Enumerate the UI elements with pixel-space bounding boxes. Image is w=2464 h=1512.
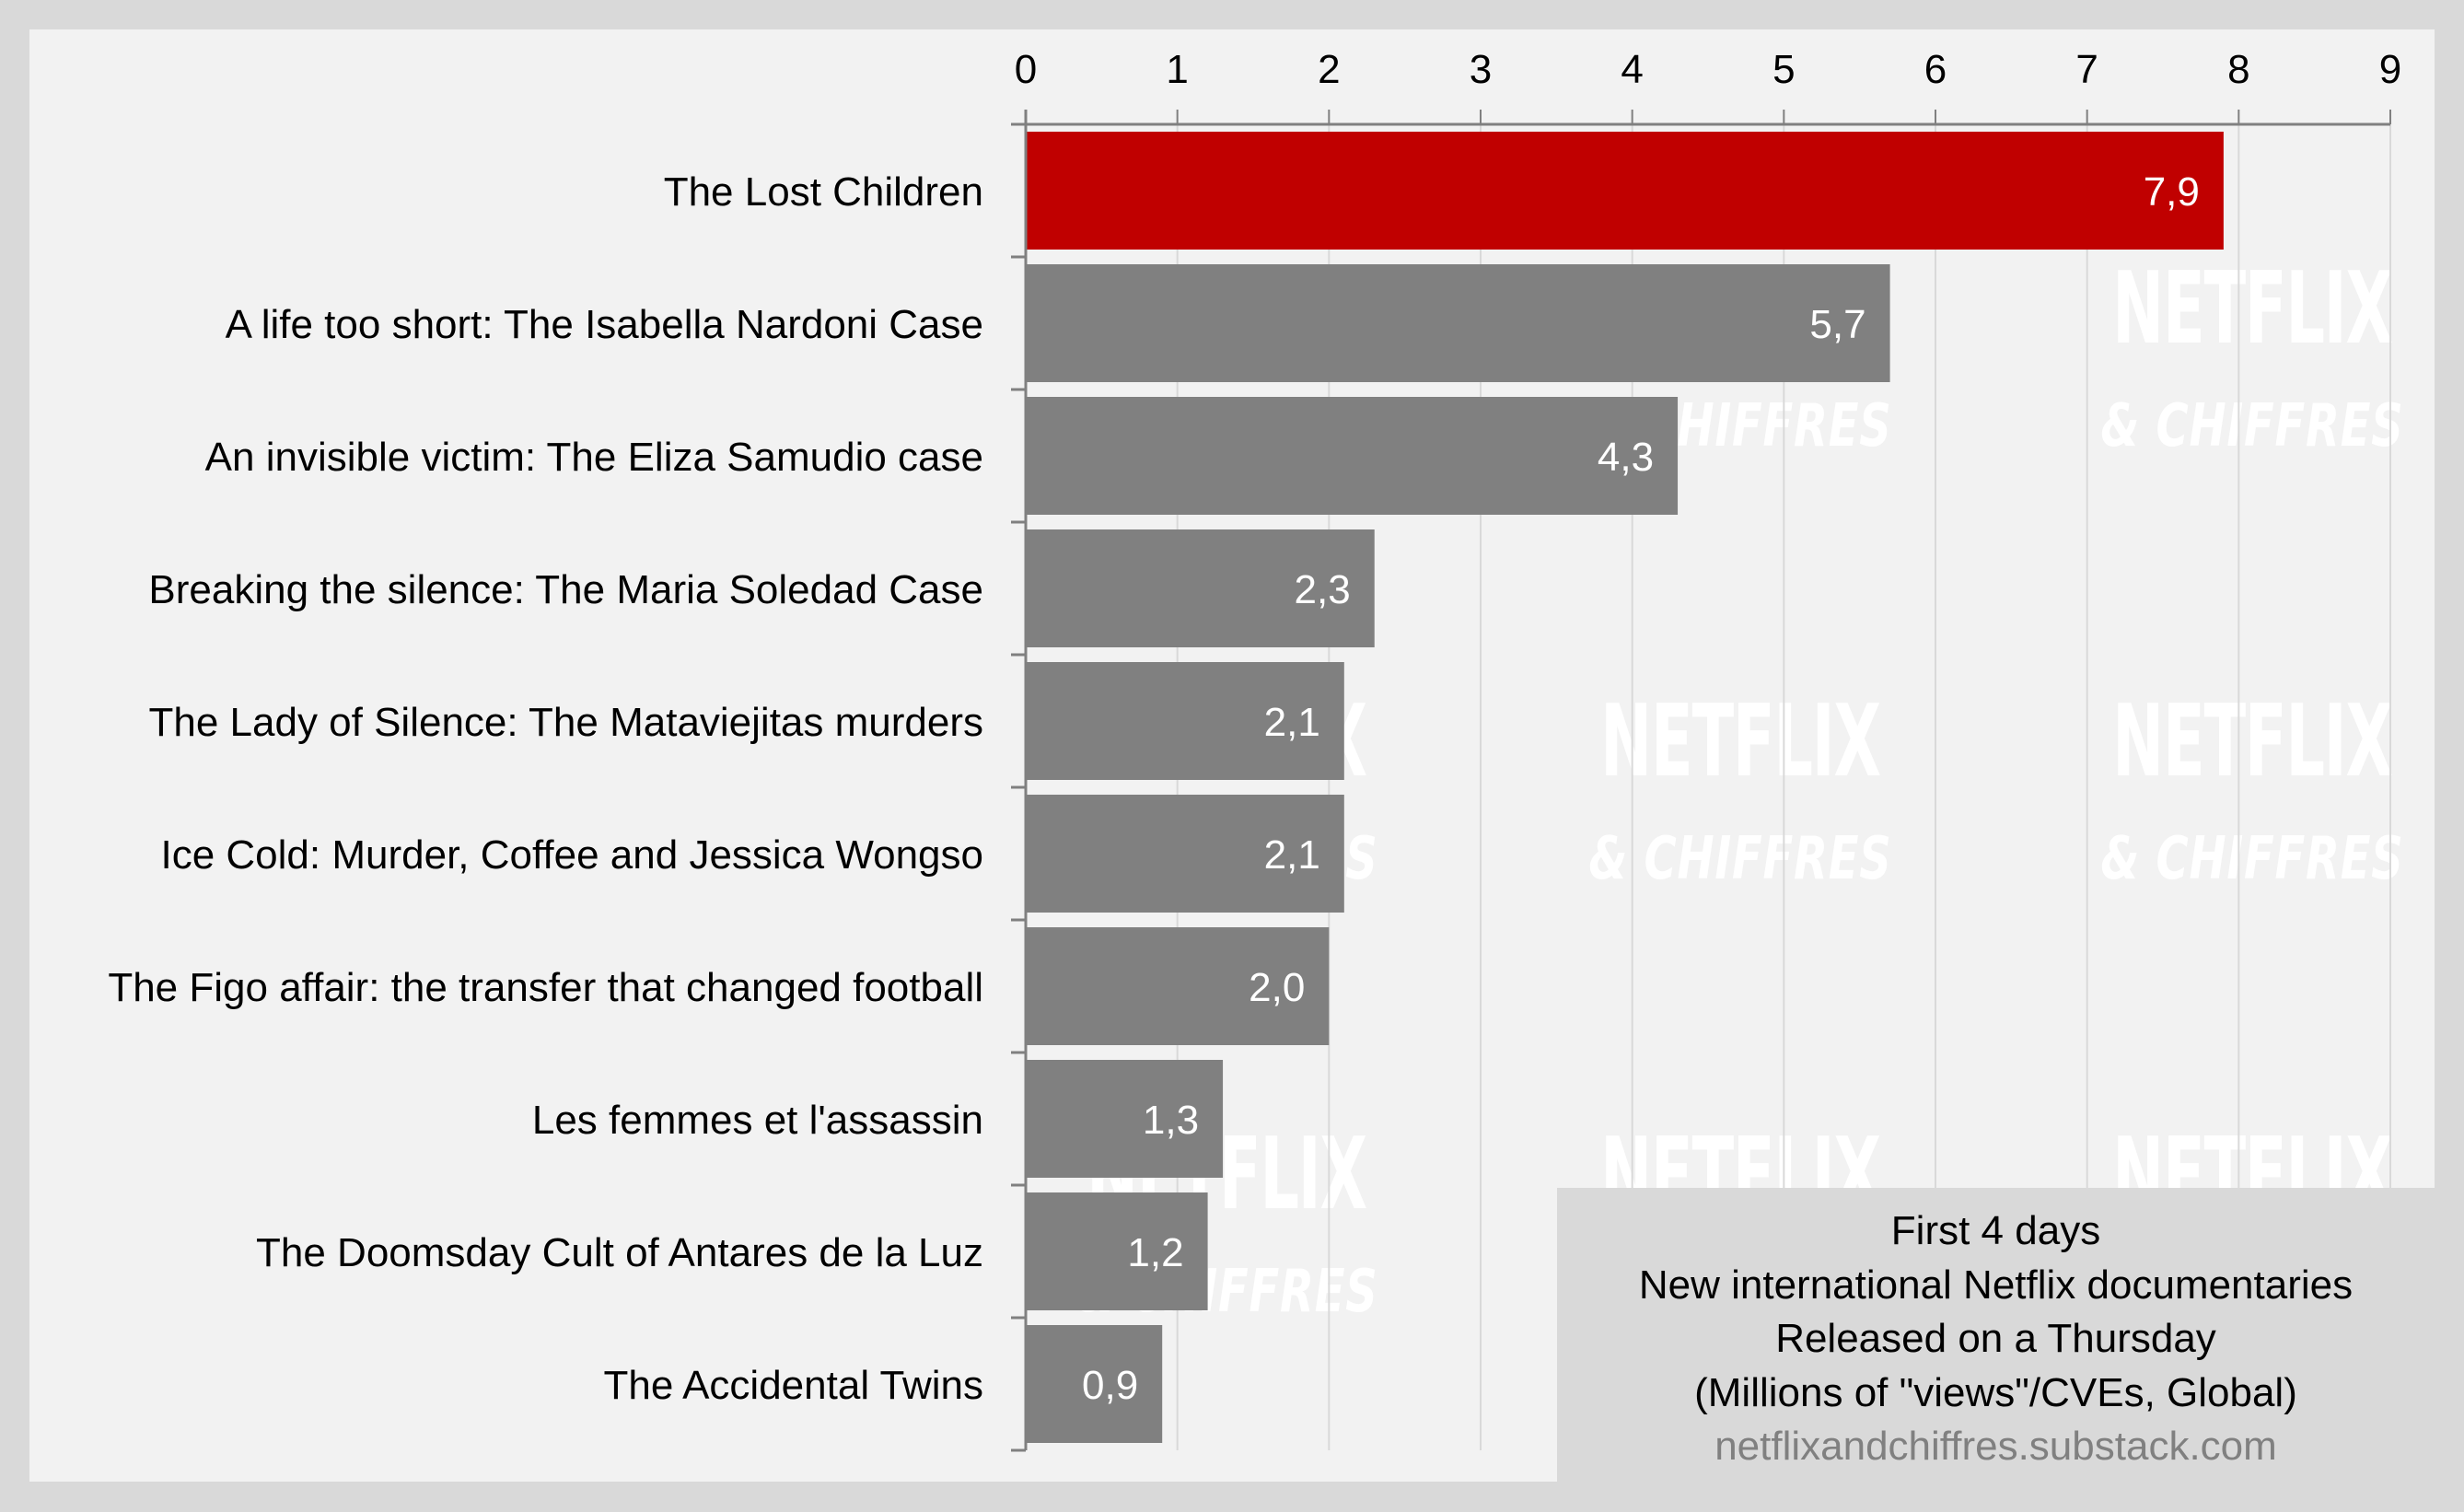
value-label: 1,2 [1127,1230,1183,1275]
x-tick-labels: 0 1 2 3 4 5 6 7 8 9 [1015,47,2401,92]
category-label: The Lost Children [664,169,983,215]
category-labels: The Lost Children A life too short: The I… [108,169,983,1408]
value-label: 7,9 [2144,169,2200,215]
bar-highlighted [1026,132,2224,250]
x-tick-label: 9 [2379,47,2401,92]
value-label: 4,3 [1598,435,1654,480]
legend-line-release: Released on a Thursday [1775,1316,2216,1361]
x-tick-label: 2 [1318,47,1340,92]
category-label: The Lady of Silence: The Mataviejitas mu… [148,700,983,745]
x-tick-label: 4 [1621,47,1643,92]
value-label: 2,3 [1295,567,1351,612]
watermark-netflix-text: NETFLIX [2112,684,2392,799]
category-label: Ice Cold: Murder, Coffee and Jessica Won… [160,832,983,878]
x-tick-label: 7 [2075,47,2098,92]
x-tick-label: 8 [2227,47,2249,92]
watermark-chiffres-text: & CHIFFRES [2100,824,2403,893]
category-label: The Accidental Twins [603,1363,983,1408]
bar [1026,397,1679,515]
x-tick-label: 3 [1470,47,1492,92]
legend-line-subject: New international Netflix documentaries [1638,1262,2354,1308]
legend-box: First 4 days New international Netflix d… [1557,1188,2435,1482]
x-tick-label: 5 [1772,47,1795,92]
value-label: 2,1 [1264,700,1320,745]
chart-panel: NETFLIX& CHIFFRESNETFLIX& CHIFFRESNETFLI… [29,29,2435,1482]
watermark-tile: NETFLIX & CHIFFRES [2100,684,2403,893]
value-label: 2,1 [1264,832,1320,878]
x-tick-label: 6 [1924,47,1947,92]
watermark-tile: NETFLIX & CHIFFRES [2100,251,2403,460]
watermark-tile: NETFLIX & CHIFFRES [1588,684,1891,893]
legend-source-link[interactable]: netflixandchiffres.substack.com [1557,1420,2435,1474]
category-label: Breaking the silence: The Maria Soledad … [148,567,983,612]
category-label: The Figo affair: the transfer that chang… [108,965,983,1010]
value-label: 2,0 [1249,965,1305,1010]
category-label: Les femmes et l'assassin [532,1098,983,1143]
value-label: 0,9 [1082,1363,1138,1408]
watermark-netflix-text: NETFLIX [1600,684,1880,799]
value-label: 1,3 [1143,1098,1199,1143]
watermark-chiffres-text: & CHIFFRES [1588,824,1891,893]
watermark-netflix-text: NETFLIX [2112,251,2392,366]
x-tick-label: 0 [1015,47,1037,92]
value-label: 5,7 [1809,302,1865,347]
category-label: An invisible victim: The Eliza Samudio c… [205,435,983,480]
category-label: The Doomsday Cult of Antares de la Luz [256,1230,983,1275]
x-tick-label: 1 [1166,47,1188,92]
bar [1026,264,1890,382]
legend-line-period: First 4 days [1890,1208,2101,1253]
legend-line-units: (Millions of "views"/CVEs, Global) [1694,1369,2297,1415]
watermark-chiffres-text: & CHIFFRES [2100,391,2403,460]
category-label: A life too short: The Isabella Nardoni C… [226,302,983,347]
